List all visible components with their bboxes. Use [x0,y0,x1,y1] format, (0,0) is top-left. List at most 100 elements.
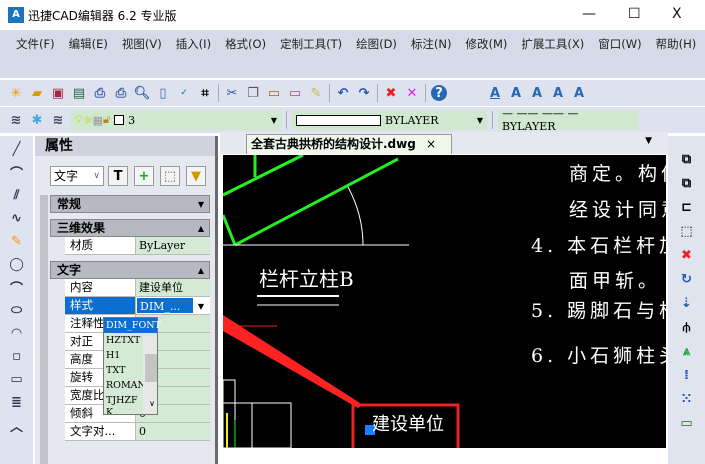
menu-edit[interactable]: 编辑(E) [69,36,108,52]
copy-object-icon[interactable]: ⧉ [679,151,695,167]
style-select[interactable]: DIM_... ▼ [136,297,210,314]
zoom-preview-icon[interactable]: 🔍︎ [134,85,151,101]
rotate-icon[interactable]: ↻ [679,271,695,287]
undo-icon[interactable]: ↶ [335,85,351,101]
new-icon[interactable]: ✳ [8,85,24,101]
menu-dimension[interactable]: 标注(N) [411,36,452,52]
move-icon[interactable]: ⇣ [679,295,695,311]
scale-icon[interactable]: ⬚ [679,223,695,239]
line-icon[interactable]: ╱ [9,141,25,157]
section-text[interactable]: 文字 ▲ [50,261,210,279]
array-icon[interactable]: ⧉ [679,175,695,191]
explode-icon[interactable]: ⁙ [679,391,695,407]
layer-previous-icon[interactable]: ≋ [50,112,66,128]
menu-window[interactable]: 窗口(W) [598,36,641,52]
save-icon[interactable]: ▣ [50,85,66,101]
panel-scrollbar[interactable] [40,195,48,464]
chevron-down-icon[interactable]: ∨ [145,396,157,411]
close-tab-icon[interactable]: × [426,137,436,151]
menu-custom-tools[interactable]: 定制工具(T) [280,36,342,52]
drawing-canvas[interactable]: 栏杆立柱B 商定。构件 经设计同意 4. 本石栏杆加 面甲斩。 5. 踢脚石与桥… [223,155,666,448]
redo-icon[interactable]: ↷ [356,85,372,101]
layer-select[interactable]: 💡︎ ☼ ▦ 🔓︎ 3 ▼ [71,110,281,130]
point-icon[interactable]: ▫ [9,348,25,364]
spellcheck-icon[interactable]: ✓ [176,85,192,101]
find-icon[interactable]: ⌗ [197,85,213,101]
menu-view[interactable]: 视图(V) [122,36,162,52]
layer-freeze-icon[interactable]: ✱ [29,112,45,128]
add-selection-icon[interactable]: + [134,166,154,186]
export-icon[interactable]: ▤ [71,85,87,101]
polyline-icon[interactable]: ⌒ [9,164,25,182]
mirror-3d-icon[interactable]: ⩓ [679,343,695,359]
print-icon[interactable]: ⎙ [113,85,129,101]
menu-draw[interactable]: 绘图(D) [356,36,397,52]
property-row[interactable]: 内容 建设单位 [65,279,210,297]
purge-icon[interactable]: ✕ [404,85,420,101]
erase-icon[interactable]: ✖ [679,247,695,263]
property-row-material[interactable]: 材质 ByLayer [65,237,210,255]
menu-modify[interactable]: 修改(M) [466,36,508,52]
close-button[interactable]: X [672,6,682,22]
stretch-icon[interactable]: ⁞ [679,367,695,383]
scrollbar-thumb[interactable] [145,354,157,382]
color-select[interactable]: BYLAYER ▼ [292,110,487,130]
menu-file[interactable]: 文件(F) [16,36,55,52]
dropdown-scrollbar[interactable]: ∨ [143,336,157,414]
paste-icon[interactable]: ▭ [266,85,282,101]
note-line[interactable]: 4. 本石栏杆加 [531,231,666,258]
chevron-down-icon[interactable]: ▼ [193,298,209,314]
object-type-select[interactable]: 文字 ∨ [50,166,104,186]
property-row-style[interactable]: 样式 DIM_... ▼ [65,297,210,315]
minimize-button[interactable]: — [582,6,596,22]
mirror-icon[interactable]: ⫛ [679,319,695,335]
layer-manager-icon[interactable]: ≋ [8,112,24,128]
note-line[interactable]: 商定。构件 [569,159,666,186]
open-icon[interactable]: ▰ [29,85,45,101]
cut-icon[interactable]: ✂ [224,85,240,101]
print-preview-icon[interactable]: ⎙ [92,85,108,101]
copy-icon[interactable]: ❐ [245,85,261,101]
menu-help[interactable]: 帮助(H) [656,36,697,52]
menu-extend-tools[interactable]: 扩展工具(X) [521,36,584,52]
spline-icon[interactable]: ∿ [9,210,25,226]
text-style-icon[interactable]: A [487,85,503,101]
ellipse-icon[interactable]: ⬭ [9,302,25,318]
helix-icon[interactable]: ≣ [9,394,25,410]
selected-text[interactable]: 建设单位 [372,410,444,436]
paste-special-icon[interactable]: ▭ [287,85,303,101]
multiline-text-icon[interactable]: A [529,85,545,101]
style-option[interactable]: DIM_FONT [104,318,161,333]
circle-icon[interactable]: ◯ [9,256,25,272]
quick-select-icon[interactable]: ▼ [186,166,206,186]
menu-insert[interactable]: 插入(I) [176,36,211,52]
ellipse-arc-icon[interactable]: ◠ [9,325,25,341]
label-railing-post[interactable]: 栏杆立柱B [259,263,354,292]
break-icon[interactable]: ▭ [679,415,695,431]
delete-icon[interactable]: ✖ [383,85,399,101]
note-line[interactable]: 5. 踢脚石与桥 [531,296,666,323]
maximize-button[interactable]: ☐ [628,6,641,22]
tab-drawing[interactable]: 全套古典拱桥的结构设计.dwg × [246,134,452,154]
select-objects-icon[interactable]: ⬚ [160,166,180,186]
page-setup-icon[interactable]: ▯ [155,85,171,101]
edit-text-icon[interactable]: A [550,85,566,101]
arc-icon[interactable]: ⌒ [9,279,25,297]
rectangle-icon[interactable]: ▭ [9,371,25,387]
find-text-icon[interactable]: A [571,85,587,101]
menu-format[interactable]: 格式(O) [225,36,266,52]
linetype-select[interactable]: — —— —— — BYLAYER [498,107,638,133]
sketch-icon[interactable]: ✎ [9,233,25,249]
section-general[interactable]: 常规 ▼ [50,195,210,213]
text-icon[interactable]: A [508,85,524,101]
property-row[interactable]: 文字对... 0 [65,423,210,441]
note-line[interactable]: 6. 小石狮柱头 [531,341,666,368]
multiline-icon[interactable]: ⫽ [9,187,25,203]
match-properties-icon[interactable]: ✎ [308,85,324,101]
toggle-pickadd-icon[interactable]: T [108,166,128,186]
note-line[interactable]: 经设计同意 [569,195,666,222]
offset-icon[interactable]: ⊏ [679,199,695,215]
help-icon[interactable]: ? [431,85,447,101]
tab-list-chevron-icon[interactable]: ▼ [645,136,652,146]
note-line[interactable]: 面甲斩。 [569,266,661,293]
